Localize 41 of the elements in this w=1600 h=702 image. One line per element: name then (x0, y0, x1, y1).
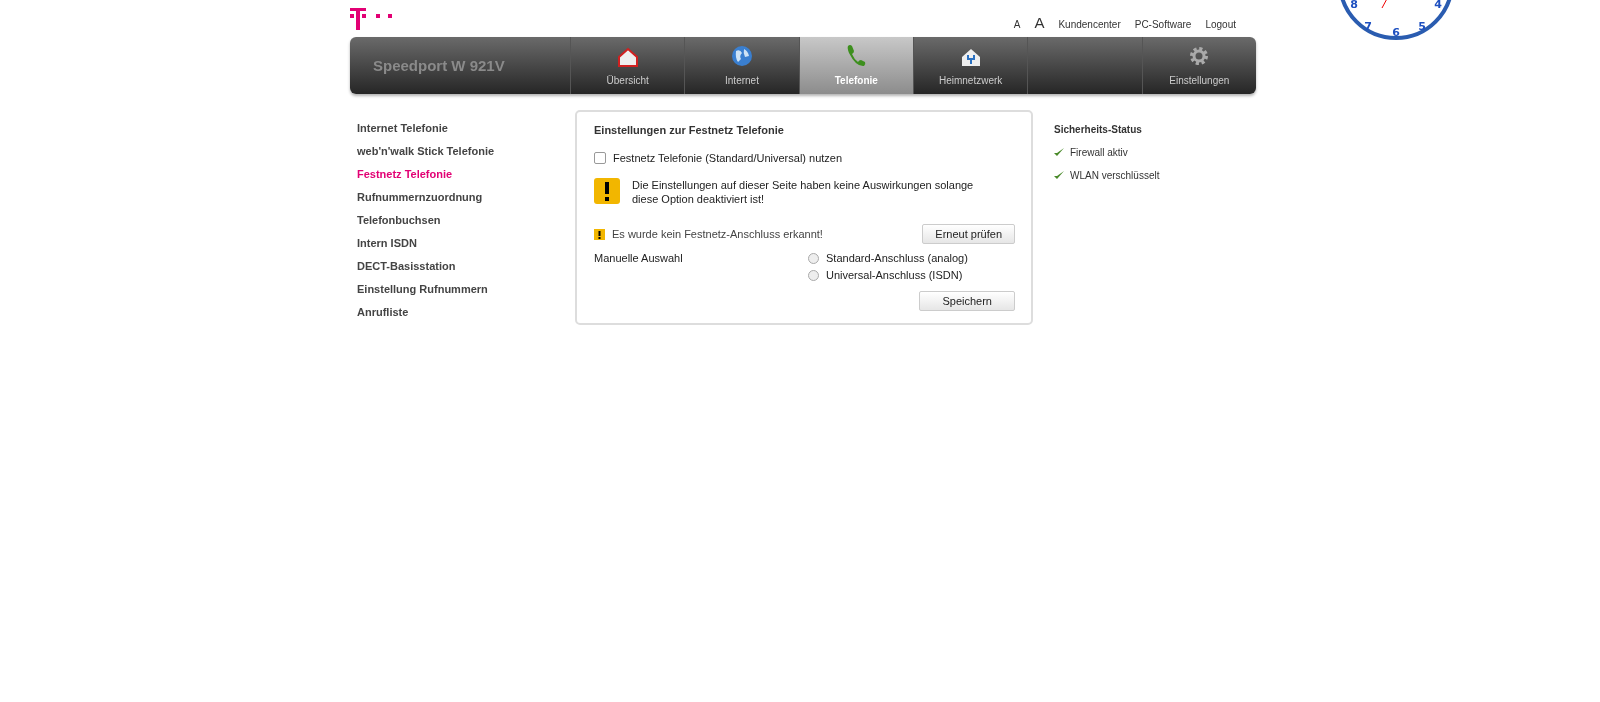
sidebar-item[interactable]: Internet Telefonie (357, 122, 575, 138)
sidebar-item[interactable]: Festnetz Telefonie (357, 168, 575, 184)
sidebar-item[interactable]: Telefonbuchsen (357, 214, 575, 230)
nav-tab[interactable]: Internet (684, 37, 799, 94)
checkbox-label: Festnetz Telefonie (Standard/Universal) nutzen (613, 152, 843, 164)
warning-icon (594, 228, 605, 240)
house-network-icon (959, 47, 982, 67)
notice-text: Es wurde kein Festnetz-Anschluss erkannt! (612, 228, 823, 240)
phone-icon (845, 43, 868, 67)
sidebar-item[interactable]: Anrufliste (357, 306, 575, 322)
header-link[interactable]: Logout (1205, 19, 1236, 30)
font-size-link[interactable]: A (1013, 19, 1021, 30)
font-size-link[interactable]: A (1034, 14, 1045, 31)
status-text: WLAN verschlüsselt (1070, 170, 1160, 181)
header-link[interactable]: Kundencenter (1058, 19, 1121, 30)
radio-label: Universal-Anschluss (ISDN) (826, 269, 963, 281)
section-title: Sicherheits-Status (1054, 124, 1143, 135)
status-text: Firewall aktiv (1070, 147, 1128, 158)
warning-text: Die Einstellungen auf dieser Seite haben keine Auswirkungen solange diese Option deaktiviert ist! (632, 178, 975, 206)
radio-button[interactable] (808, 252, 819, 264)
settings-icon (1188, 45, 1211, 67)
field-label: Manuelle Auswahl (594, 252, 684, 266)
product-name: Speedport W 921V (372, 56, 506, 76)
recheck-button[interactable]: Erneut prüfen (922, 224, 1015, 244)
panel-title: Einstellungen zur Festnetz Telefonie (594, 124, 785, 136)
sidebar-item[interactable]: Intern ISDN (357, 237, 575, 253)
sidebar-item[interactable]: DECT-Basisstation (357, 260, 575, 276)
radio-label: Standard-Anschluss (analog) (826, 252, 968, 264)
house-icon (616, 47, 639, 67)
sidebar-item[interactable]: Einstellung Rufnummern (357, 283, 575, 299)
nav-tab[interactable]: Einstellungen (1141, 37, 1256, 94)
nav-tab[interactable]: Übersicht (570, 37, 685, 94)
header-link[interactable]: PC-Software (1134, 19, 1192, 30)
sidebar-item[interactable]: Rufnummernzuordnung (357, 191, 575, 207)
save-button[interactable]: Speichern (919, 291, 1015, 311)
checkbox[interactable] (594, 152, 606, 164)
nav-tab[interactable]: Heimnetzwerk (913, 37, 1028, 94)
warning-icon (594, 178, 620, 204)
sidebar-item[interactable]: web'n'walk Stick Telefonie (357, 145, 575, 161)
radio-button[interactable] (808, 269, 819, 281)
globe-icon (731, 45, 753, 67)
